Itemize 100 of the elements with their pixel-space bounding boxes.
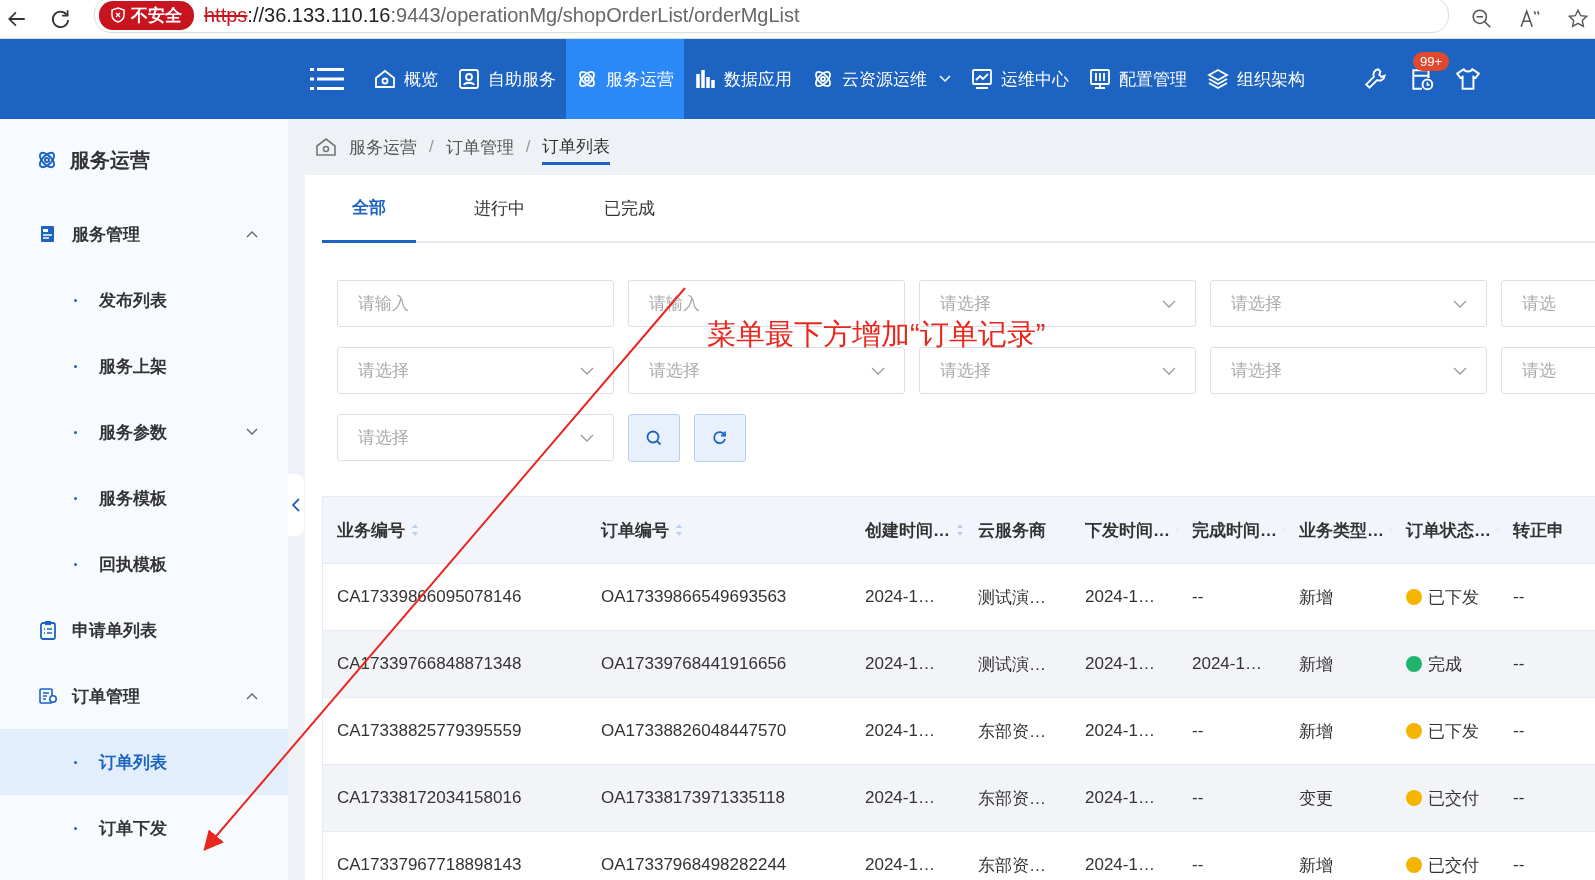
table-cell-text: 新增 bbox=[1299, 586, 1333, 609]
address-bar[interactable]: 不安全 https://36.133.110.16:9443/operationMg/shopOrderList/orderMgList bbox=[94, 0, 1449, 33]
select-field[interactable]: 请选择 bbox=[1210, 280, 1487, 327]
refresh-icon bbox=[711, 429, 729, 447]
table-cell-text: 变更 bbox=[1299, 787, 1333, 810]
table-cell: OA17339866549693563 bbox=[601, 587, 787, 607]
select-field[interactable]: 请选择 bbox=[919, 347, 1196, 394]
nav-tab[interactable]: 概览 bbox=[364, 39, 448, 119]
table-cell-text: 新增 bbox=[1299, 854, 1333, 877]
table-cell: CA17338825779395559 bbox=[337, 721, 522, 741]
sidebar-item[interactable]: 服务参数 bbox=[0, 399, 288, 465]
table-cell: OA17339768441916656 bbox=[601, 654, 787, 674]
table-cell-text: 新增 bbox=[1299, 653, 1333, 676]
table-cell: 2024-1… bbox=[865, 721, 935, 741]
caret-icon bbox=[939, 75, 951, 83]
nav-tab[interactable]: 自助服务 bbox=[448, 39, 566, 119]
sidebar-title: 服务运营 bbox=[70, 147, 150, 173]
table-cell: 2024-1… bbox=[1085, 788, 1155, 808]
column-header: 订单状态… bbox=[1406, 519, 1491, 542]
nav-tab[interactable]: 数据应用 bbox=[684, 39, 802, 119]
select-field[interactable]: 请选择 bbox=[628, 347, 905, 394]
select-field[interactable]: 请选择 bbox=[337, 347, 614, 394]
table-cell: -- bbox=[1513, 721, 1525, 741]
atom-icon bbox=[812, 68, 834, 90]
reset-button[interactable] bbox=[694, 414, 746, 462]
table-cell: -- bbox=[1513, 587, 1525, 607]
tab[interactable]: 已完成 bbox=[582, 175, 676, 241]
home-icon bbox=[374, 68, 396, 90]
table-cell: OA17338826048447570 bbox=[601, 721, 787, 741]
sidebar-group[interactable]: 订单管理 bbox=[0, 663, 288, 729]
chevron-down-icon bbox=[1162, 367, 1176, 375]
nav-tab[interactable]: 配置管理 bbox=[1079, 39, 1197, 119]
tab[interactable]: 进行中 bbox=[452, 175, 546, 241]
document-gear-icon bbox=[38, 686, 58, 706]
id-card-icon bbox=[458, 68, 480, 90]
chevron-down-icon bbox=[246, 428, 258, 436]
status-text: 已交付 bbox=[1428, 787, 1479, 810]
breadcrumb-separator: / bbox=[525, 137, 531, 157]
input-field[interactable]: 请选 bbox=[1501, 280, 1595, 327]
reload-icon[interactable] bbox=[50, 8, 72, 30]
table-cell: 2024-1… bbox=[865, 788, 935, 808]
chevron-down-icon bbox=[580, 367, 594, 375]
read-aloud-icon[interactable] bbox=[1519, 8, 1541, 30]
nav-tab[interactable]: 组织架构 bbox=[1197, 39, 1315, 119]
menu-icon[interactable] bbox=[310, 67, 344, 91]
notification-badge: 99+ bbox=[1413, 52, 1450, 71]
breadcrumb-separator: / bbox=[429, 137, 434, 157]
sidebar-item[interactable]: 服务模板 bbox=[0, 465, 288, 531]
table-cell: -- bbox=[1192, 721, 1204, 741]
chevron-up-icon bbox=[246, 692, 258, 700]
table-cell-text: 测试演… bbox=[978, 653, 1046, 676]
bar-chart-icon bbox=[694, 68, 716, 90]
chevron-down-icon bbox=[1453, 367, 1467, 375]
sidebar-item[interactable]: 订单列表 bbox=[0, 729, 288, 795]
atom-icon bbox=[36, 149, 58, 171]
nav-tab[interactable]: 云资源运维 bbox=[802, 39, 961, 119]
nav-tab[interactable]: 运维中心 bbox=[961, 39, 1079, 119]
sidebar-group[interactable]: 申请单列表 bbox=[0, 597, 288, 663]
atom-icon bbox=[576, 68, 598, 90]
calendar-clock-icon[interactable] bbox=[1409, 66, 1435, 92]
column-header: 订单编号 bbox=[601, 519, 669, 542]
shirt-icon[interactable] bbox=[1455, 66, 1481, 92]
input-field[interactable]: 请输入 bbox=[337, 280, 614, 327]
table-cell: 2024-1… bbox=[1085, 855, 1155, 875]
input-field[interactable]: 请选 bbox=[1501, 347, 1595, 394]
status-text: 已交付 bbox=[1428, 854, 1479, 877]
column-header: 业务类型… bbox=[1299, 519, 1384, 542]
breadcrumb-link[interactable]: 服务运营 bbox=[349, 135, 417, 159]
table-cell: -- bbox=[1513, 855, 1525, 875]
chevron-left-icon bbox=[292, 498, 300, 512]
table-cell-text: 测试演… bbox=[978, 586, 1046, 609]
select-field[interactable]: 请选择 bbox=[337, 414, 614, 461]
clipboard-icon bbox=[38, 620, 58, 640]
wrench-icon[interactable] bbox=[1363, 66, 1389, 92]
home-icon[interactable] bbox=[315, 136, 337, 158]
breadcrumb-link[interactable]: 订单管理 bbox=[445, 135, 514, 159]
select-field[interactable]: 请选择 bbox=[1210, 347, 1487, 394]
monitor-icon bbox=[1089, 68, 1111, 90]
sidebar-item[interactable]: 服务上架 bbox=[0, 333, 288, 399]
table-cell: -- bbox=[1513, 788, 1525, 808]
security-badge[interactable]: 不安全 bbox=[99, 0, 194, 30]
sidebar-item[interactable]: 回执模板 bbox=[0, 531, 288, 597]
column-header: 完成时间… bbox=[1192, 519, 1277, 542]
search-icon bbox=[645, 429, 663, 447]
zoom-icon[interactable] bbox=[1471, 8, 1493, 30]
sidebar-group[interactable]: 服务管理 bbox=[0, 201, 288, 267]
star-icon[interactable] bbox=[1567, 8, 1589, 30]
table-cell: OA17338173971335118 bbox=[601, 788, 786, 808]
table-cell: 2024-1… bbox=[865, 654, 935, 674]
search-button[interactable] bbox=[628, 414, 680, 462]
breadcrumb-link[interactable]: 订单列表 bbox=[542, 129, 611, 165]
table-cell-text: 东部资… bbox=[978, 854, 1046, 877]
sidebar-item[interactable]: 发布列表 bbox=[0, 267, 288, 333]
nav-tab[interactable]: 服务运营 bbox=[566, 39, 684, 119]
sidebar-item[interactable]: 订单下发 bbox=[0, 795, 288, 861]
table-cell: 2024-1… bbox=[865, 587, 935, 607]
tab[interactable]: 全部 bbox=[322, 175, 416, 243]
url-text: https://36.133.110.16:9443/operationMg/shopOrderList/orderMgList bbox=[204, 3, 800, 27]
collapse-handle[interactable] bbox=[288, 474, 304, 536]
column-header: 业务编号 bbox=[337, 519, 405, 542]
